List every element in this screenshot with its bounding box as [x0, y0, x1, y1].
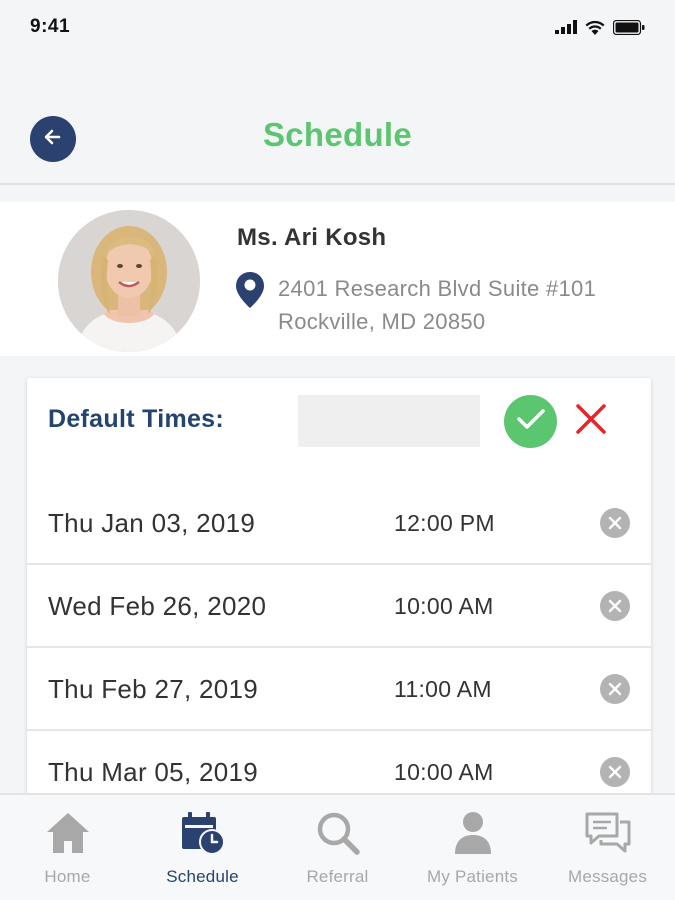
home-icon: [45, 809, 91, 857]
schedule-row: Thu Feb 27, 2019 11:00 AM: [27, 648, 651, 731]
address-line-1: 2401 Research Blvd Suite #101: [278, 276, 597, 301]
header: Schedule: [0, 100, 675, 170]
tab-label: My Patients: [426, 867, 518, 886]
remove-icon[interactable]: [600, 508, 630, 538]
tab-label: Home: [44, 867, 91, 886]
schedule-time: 11:00 AM: [394, 676, 492, 702]
wifi-icon: [585, 20, 605, 35]
search-icon: [315, 809, 361, 857]
schedule-time: 12:00 PM: [394, 510, 495, 536]
tab-bar: Home Schedule Referral My Patients Messa…: [0, 793, 675, 900]
tab-home[interactable]: Home: [0, 795, 135, 900]
tab-label: Messages: [567, 867, 648, 886]
address-line-2: Rockville, MD 20850: [278, 309, 486, 334]
signal-icon: [555, 20, 577, 34]
profile-card: Ms. Ari Kosh 2401 Research Blvd Suite #1…: [0, 202, 675, 356]
close-icon: [575, 403, 607, 440]
checkmark-icon: [516, 407, 546, 436]
status-icons: [555, 19, 645, 35]
chat-icon: [583, 809, 633, 857]
back-button[interactable]: [30, 116, 76, 162]
remove-icon[interactable]: [600, 674, 630, 704]
schedule-date: Thu Feb 27, 2019: [48, 674, 259, 704]
schedule-time: 10:00 AM: [394, 593, 494, 619]
remove-icon[interactable]: [600, 591, 630, 621]
schedule-date: Wed Feb 26, 2020: [48, 591, 267, 621]
arrow-left-icon: [44, 129, 62, 150]
remove-icon[interactable]: [600, 757, 630, 787]
status-bar: 9:41: [0, 0, 675, 54]
default-time-input[interactable]: [298, 395, 480, 447]
tab-label: Schedule: [166, 867, 239, 886]
tab-messages[interactable]: Messages: [540, 795, 675, 900]
battery-icon: [613, 19, 645, 35]
cancel-button[interactable]: [572, 402, 610, 440]
default-times-label: Default Times:: [48, 405, 225, 433]
header-divider: [0, 183, 675, 185]
tab-my-patients[interactable]: My Patients: [405, 795, 540, 900]
person-icon: [453, 809, 493, 857]
schedule-time: 10:00 AM: [394, 759, 494, 785]
avatar: [58, 210, 200, 352]
tab-label: Referral: [306, 867, 369, 886]
location-pin-icon: [236, 272, 264, 313]
confirm-button[interactable]: [504, 395, 557, 448]
schedule-date: Thu Jan 03, 2019: [48, 508, 256, 538]
tab-schedule[interactable]: Schedule: [135, 795, 270, 900]
schedule-row: Thu Jan 03, 2019 12:00 PM: [27, 482, 651, 565]
profile-name: Ms. Ari Kosh: [237, 224, 387, 251]
schedule-date: Thu Mar 05, 2019: [48, 757, 259, 787]
address: 2401 Research Blvd Suite #101 Rockville,…: [278, 272, 596, 338]
page-title: Schedule: [262, 116, 413, 153]
schedule-card: Default Times: Thu Jan 03, 2019 12:00 PM…: [27, 378, 651, 818]
schedule-row: Wed Feb 26, 2020 10:00 AM: [27, 565, 651, 648]
calendar-clock-icon: [180, 809, 226, 857]
tab-referral[interactable]: Referral: [270, 795, 405, 900]
status-time: 9:41: [30, 16, 71, 37]
schedule-list: Thu Jan 03, 2019 12:00 PM Wed Feb 26, 20…: [27, 482, 651, 814]
